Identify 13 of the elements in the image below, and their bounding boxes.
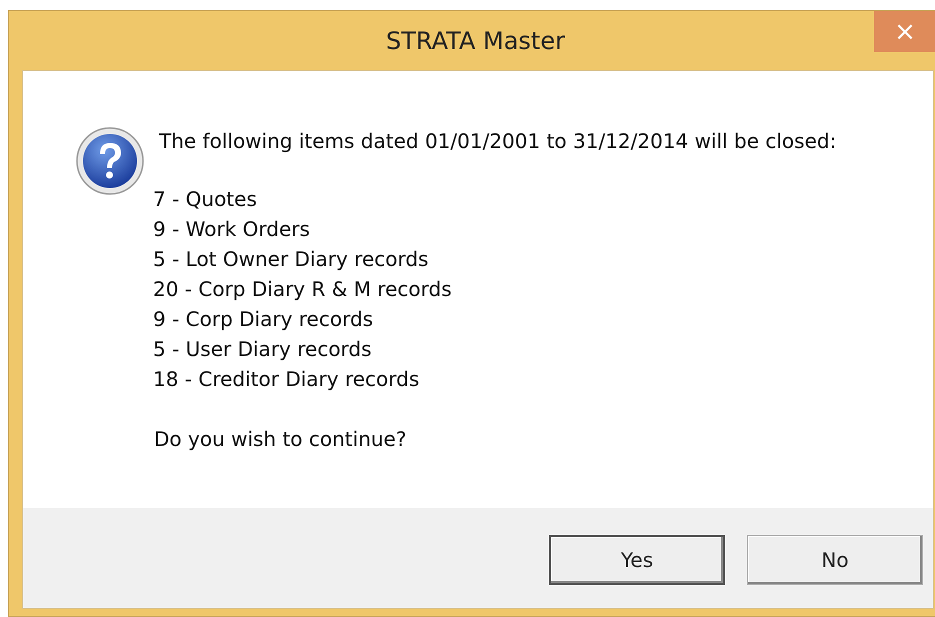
- item-count-text: 9 - Corp Diary records: [153, 306, 374, 333]
- question-text: Do you wish to continue?: [154, 426, 408, 453]
- item-count-text: 5 - Lot Owner Diary records: [153, 246, 430, 273]
- window-title: STRATA Master: [386, 26, 565, 54]
- no-button[interactable]: No: [747, 534, 923, 584]
- item-count-text: 5 - User Diary records: [153, 336, 373, 363]
- item-count-text: 18 - Creditor Diary records: [153, 366, 420, 393]
- yes-button[interactable]: Yes: [549, 534, 725, 584]
- question-icon: [75, 126, 145, 196]
- item-count-text: 7 - Quotes: [153, 186, 258, 213]
- item-count-text: 20 - Corp Diary R & M records: [153, 276, 453, 303]
- message-text: The following items dated 01/01/2001 to 31/12/2014 will be closed:: [159, 129, 836, 153]
- item-count-text: 9 - Work Orders: [153, 216, 311, 243]
